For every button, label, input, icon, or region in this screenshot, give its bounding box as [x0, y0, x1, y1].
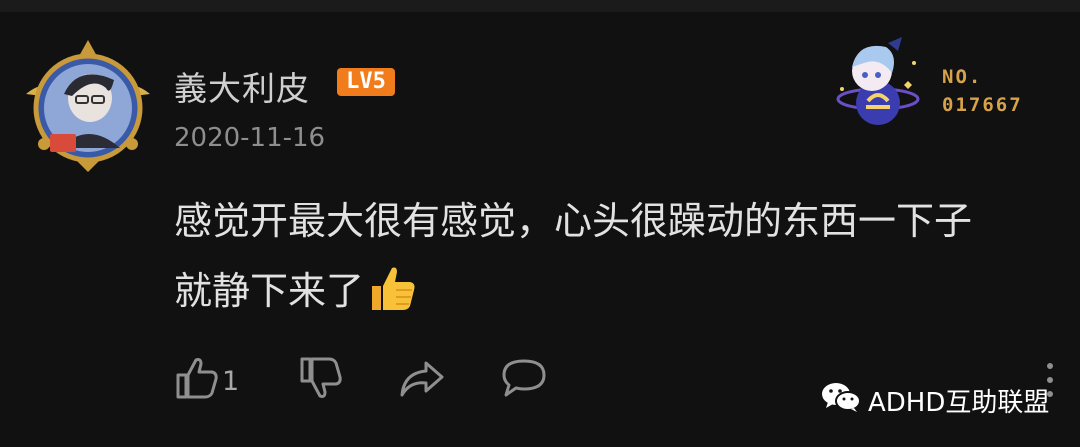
fan-badge-image[interactable] [828, 33, 928, 128]
comment-date: 2020-11-16 [174, 123, 326, 153]
username[interactable]: 義大利皮 [174, 62, 310, 110]
comment-line-2-text: 就静下来了 [174, 269, 365, 313]
comment-line-2: 就静下来了 [174, 256, 1074, 336]
wechat-icon [820, 380, 862, 421]
comment-icon[interactable] [500, 355, 548, 405]
watermark: ADHD互助联盟 [820, 382, 1049, 418]
like-count: 1 [222, 366, 240, 397]
user-avatar[interactable] [18, 36, 158, 176]
top-divider [0, 0, 1080, 12]
thumbs-up-emoji-icon [366, 262, 418, 336]
badge-number: 017667 [942, 94, 1023, 116]
badge-no-label: NO. [942, 66, 983, 88]
thumbs-down-icon[interactable] [298, 355, 344, 405]
avatar-frame-icon [26, 40, 150, 172]
fan-badge-number: NO. 017667 [942, 63, 1023, 119]
watermark-text: ADHD互助联盟 [868, 387, 1050, 418]
comment-line-1: 感觉开最大很有感觉，心头很躁动的东西一下子 [174, 199, 973, 243]
share-icon[interactable] [398, 355, 446, 405]
level-badge: LV5 [337, 68, 395, 96]
libra-mascot-icon [836, 37, 920, 125]
comment-body: 感觉开最大很有感觉，心头很躁动的东西一下子 就静下来了 [174, 186, 1074, 336]
thumbs-up-icon[interactable] [174, 355, 220, 405]
